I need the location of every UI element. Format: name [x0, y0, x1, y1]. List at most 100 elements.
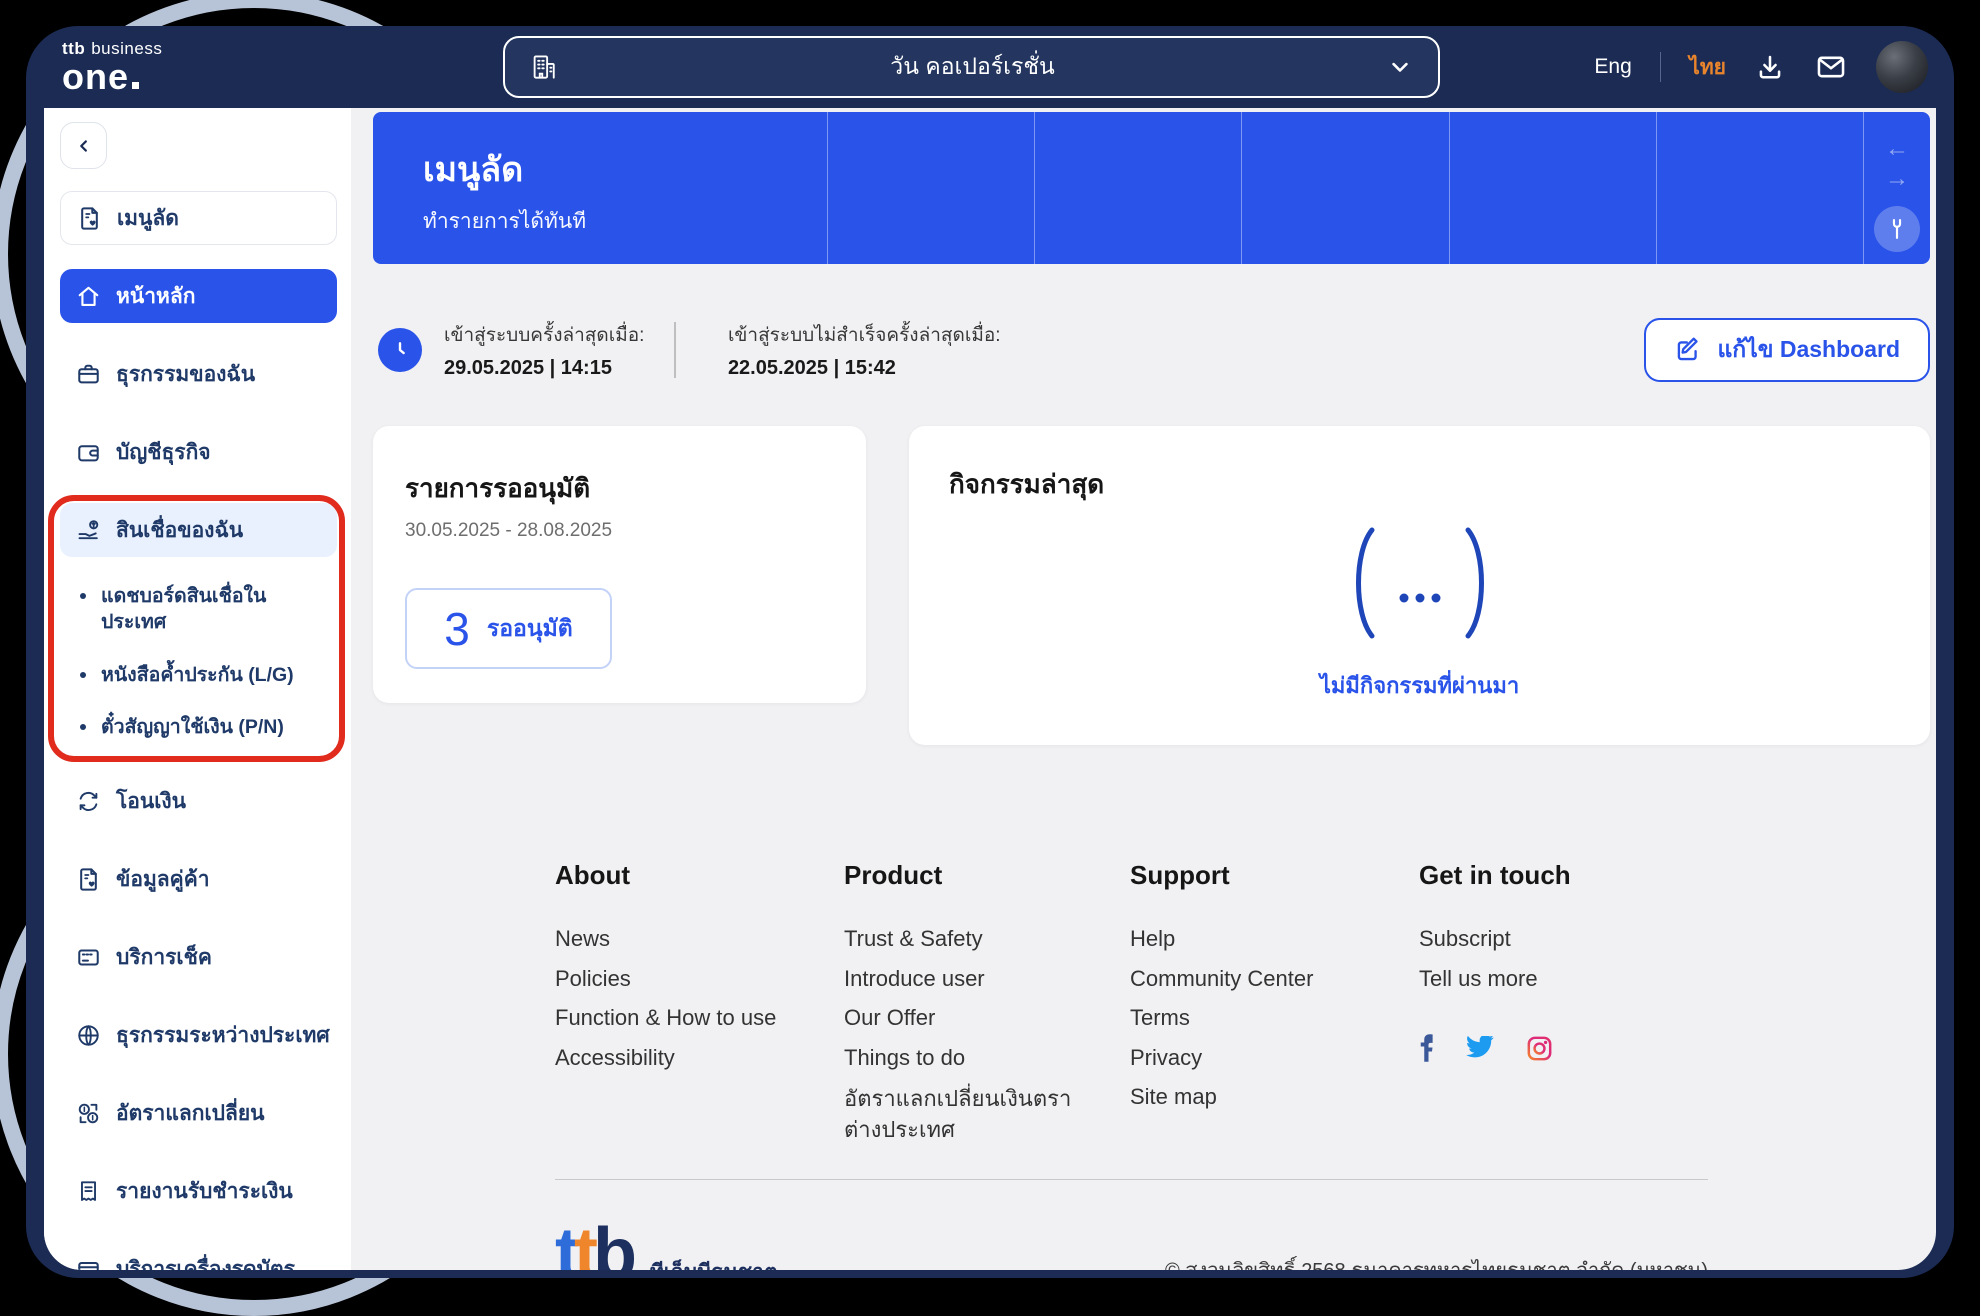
language-thai-button[interactable]: ไทย: [1689, 51, 1726, 84]
footer-divider: [555, 1179, 1708, 1180]
sidebar-subitem-letter-of-guarantee[interactable]: หนังสือค้ำประกัน (L/G): [80, 662, 337, 688]
sidebar-item-payment-reports[interactable]: รายงานรับชำระเงิน: [60, 1164, 337, 1218]
footer-link[interactable]: Terms: [1130, 998, 1419, 1038]
sidebar-item-exchange-rates[interactable]: อัตราแลกเปลี่ยน: [60, 1086, 337, 1140]
pending-approvals-button[interactable]: 3 รออนุมัติ: [405, 588, 612, 669]
language-eng-button[interactable]: Eng: [1594, 55, 1631, 79]
header-actions: Eng ไทย: [1594, 41, 1928, 93]
failed-login-block: เข้าสู่ระบบไม่สำเร็จครั้งล่าสุดเมื่อ: 22…: [728, 320, 1001, 380]
sidebar-item-my-loans[interactable]: สินเชื่อของฉัน: [60, 503, 337, 557]
footer-link[interactable]: News: [555, 919, 844, 959]
footer-column-support: Support Help Community Center Terms Priv…: [1130, 860, 1419, 1145]
footer-column-title: About: [555, 860, 844, 891]
user-avatar[interactable]: [1876, 41, 1928, 93]
sidebar-subitem-label: ตั๋วสัญญาใช้เงิน (P/N): [101, 714, 284, 740]
last-login-block: เข้าสู่ระบบครั้งล่าสุดเมื่อ: 29.05.2025 …: [444, 320, 644, 380]
building-icon: [529, 52, 559, 82]
sidebar-item-cheque-services[interactable]: บริการเช็ค: [60, 930, 337, 984]
shortcut-banner-subtitle: ทำรายการได้ทันที: [423, 205, 827, 238]
edit-dashboard-label: แก้ไข Dashboard: [1717, 332, 1900, 368]
failed-login-value: 22.05.2025 | 15:42: [728, 357, 1001, 380]
edit-dashboard-button[interactable]: แก้ไข Dashboard: [1644, 318, 1930, 382]
footer-link[interactable]: Our Offer: [844, 998, 1130, 1038]
footer-column-about: About News Policies Function & How to us…: [555, 860, 844, 1145]
sidebar-loans-section: สินเชื่อของฉัน แดชบอร์ดสินเชื่อในประเทศ …: [60, 503, 337, 750]
main-panel: เมนูลัด ทำรายการได้ทันที ← →: [351, 108, 1936, 1270]
login-status-row: เข้าสู่ระบบครั้งล่าสุดเมื่อ: 29.05.2025 …: [373, 318, 1930, 382]
footer-link[interactable]: Privacy: [1130, 1038, 1419, 1078]
footer-link[interactable]: Trust & Safety: [844, 919, 1130, 959]
instagram-icon[interactable]: [1526, 1035, 1553, 1062]
sidebar-item-home[interactable]: หน้าหลัก: [60, 269, 337, 323]
sidebar-item-label: บริการเครื่องรูดบัตร: [116, 1253, 295, 1270]
sidebar-subitem-domestic-loan-dashboard[interactable]: แดชบอร์ดสินเชื่อในประเทศ: [80, 583, 337, 636]
pending-approvals-date-range: 30.05.2025 - 28.08.2025: [405, 520, 834, 542]
chevron-down-icon: [1386, 53, 1414, 81]
edit-icon: [1674, 336, 1702, 364]
ttb-name-thai: ทีเอ็มบีธนชาต: [650, 1256, 778, 1270]
footer-link-fx-rates[interactable]: อัตราแลกเปลี่ยนเงินตราต่างประเทศ: [844, 1083, 1130, 1145]
footer-link[interactable]: Help: [1130, 919, 1419, 959]
sidebar-item-edc-services[interactable]: บริการเครื่องรูดบัตร: [60, 1242, 337, 1270]
bullet-icon: [80, 672, 86, 678]
activity-empty-state: ไม่มีกิจกรรมที่ผ่านมา: [949, 505, 1890, 721]
shortcut-banner-title: เมนูลัด: [423, 142, 827, 196]
footer-link[interactable]: Policies: [555, 959, 844, 999]
carousel-prev-button[interactable]: ←: [1885, 134, 1909, 164]
sidebar-item-shortcut-menu[interactable]: เมนูลัด: [60, 191, 337, 245]
footer-column-title: Product: [844, 860, 1130, 891]
sidebar-subitem-label: หนังสือค้ำประกัน (L/G): [101, 662, 294, 688]
shortcut-slot: [1449, 112, 1656, 264]
carousel-next-button[interactable]: →: [1885, 164, 1909, 194]
social-icons-row: [1419, 1034, 1708, 1062]
sidebar-item-my-transactions[interactable]: ธุรกรรมของฉัน: [60, 347, 337, 401]
language-divider: [1660, 52, 1662, 82]
bullet-icon: [80, 593, 86, 599]
footer-link[interactable]: Function & How to use: [555, 998, 844, 1038]
shortcut-slot: [1241, 112, 1448, 264]
currency-exchange-icon: [75, 1100, 102, 1127]
clock-icon: [378, 328, 422, 372]
sidebar-item-label: โอนเงิน: [116, 785, 186, 818]
footer-link[interactable]: Things to do: [844, 1038, 1130, 1078]
sidebar-item-counterparty-info[interactable]: ข้อมูลคู่ค้า: [60, 852, 337, 906]
sidebar-item-label: เมนูลัด: [117, 202, 179, 235]
footer-column-get-in-touch: Get in touch Subscript Tell us more: [1419, 860, 1708, 1145]
sidebar-item-business-accounts[interactable]: บัญชีธุรกิจ: [60, 425, 337, 479]
company-selector-dropdown[interactable]: วัน คอเปอร์เรชั่น: [503, 36, 1440, 98]
shortcut-slot: [1034, 112, 1241, 264]
last-login-label: เข้าสู่ระบบครั้งล่าสุดเมื่อ:: [444, 320, 644, 350]
ttb-business-one-logo: ttbbusiness one: [62, 40, 162, 95]
facebook-icon[interactable]: [1419, 1034, 1434, 1062]
shortcut-banner-title-block: เมนูลัด ทำรายการได้ทันที: [373, 112, 827, 264]
transfer-arrows-icon: [75, 788, 102, 815]
sidebar-collapse-button[interactable]: [60, 122, 107, 169]
company-selector-value: วัน คอเปอร์เรชั่น: [559, 49, 1386, 85]
footer-link[interactable]: Introduce user: [844, 959, 1130, 999]
footer-column-title: Get in touch: [1419, 860, 1708, 891]
footer-link[interactable]: Subscript: [1419, 919, 1708, 959]
footer-columns: About News Policies Function & How to us…: [555, 860, 1708, 1145]
sidebar-navigation: เมนูลัด หน้าหลัก ธุรกรรมของฉัน: [44, 108, 351, 1270]
download-icon[interactable]: [1754, 51, 1786, 83]
recent-activity-card: กิจกรรมล่าสุด ไม่มีกิจกรรมที่ผ่านม: [909, 426, 1930, 745]
sidebar-subitem-promissory-note[interactable]: ตั๋วสัญญาใช้เงิน (P/N): [80, 714, 337, 740]
top-header: ttbbusiness one วัน คอเปอร์เรชั่น Eng ไท…: [44, 26, 1936, 108]
customize-shortcuts-button[interactable]: [1874, 206, 1920, 252]
mail-icon[interactable]: [1814, 50, 1848, 84]
failed-login-label: เข้าสู่ระบบไม่สำเร็จครั้งล่าสุดเมื่อ:: [728, 320, 1001, 350]
footer-link[interactable]: Accessibility: [555, 1038, 844, 1078]
sidebar-item-international-transactions[interactable]: ธุรกรรมระหว่างประเทศ: [60, 1008, 337, 1062]
logo-dot: [132, 82, 139, 89]
bullet-icon: [80, 724, 86, 730]
footer-link[interactable]: Community Center: [1130, 959, 1419, 999]
cheque-card-icon: [75, 944, 102, 971]
pending-approvals-title: รายการรออนุมัติ: [405, 468, 834, 509]
footer-link[interactable]: Site map: [1130, 1077, 1419, 1117]
sidebar-subitem-label: แดชบอร์ดสินเชื่อในประเทศ: [101, 583, 266, 636]
wallet-icon: [75, 439, 102, 466]
sidebar-item-label: รายงานรับชำระเงิน: [116, 1175, 293, 1208]
twitter-icon[interactable]: [1466, 1036, 1494, 1060]
footer-link[interactable]: Tell us more: [1419, 959, 1708, 999]
sidebar-item-transfer-money[interactable]: โอนเงิน: [60, 774, 337, 828]
